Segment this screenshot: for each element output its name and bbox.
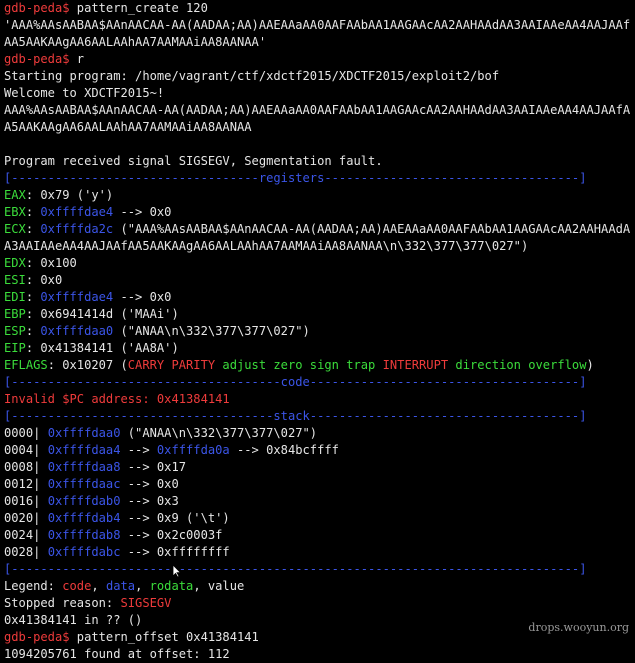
gdb-prompt: gdb-peda$ [4,1,70,15]
stop-signal: SIGSEGV [120,596,172,610]
stack-row: 0016| 0xffffdab0 --> 0x3 [4,493,633,510]
legend-line: Legend: code, data, rodata, value [4,579,245,593]
end-separator: [---------------------------------------… [4,562,587,576]
register-edi: EDI: 0xffffdae4 --> 0x0 [4,290,172,304]
register-address: 0xffffda2c [40,222,114,236]
output-line: Welcome to XDCTF2015~! [4,86,165,100]
register-label: EDI [4,290,26,304]
register-edx: EDX: 0x100 [4,255,633,272]
flag-clear: adjust zero sign trap [215,358,383,372]
command-text: r [69,52,85,66]
watermark: drops.wooyun.org [528,621,629,634]
stack-value: --> 0xffffffff [120,545,230,559]
register-label: ESI [4,273,26,287]
stack-offset: 0000| [4,426,48,440]
register-value: --> 0x0 [113,290,172,304]
command-text: pattern_create 120 [69,1,208,15]
prompt-line: gdb-peda$ r [4,51,633,68]
flag-set: CARRY PARITY [127,358,216,372]
signal-message: Program received signal SIGSEGV, Segment… [4,154,383,168]
register-eip: EIP: 0x41384141 ('AA8A') [4,340,633,357]
program-input-echo: AAA%AAsAABAA$AAnAACAA-AA(AADAA;AA)AAEAAa… [4,103,631,134]
stack-value: --> 0x17 [120,460,187,474]
registers-separator: [----------------------------------regis… [4,171,587,185]
stopped-reason: Stopped reason: SIGSEGV [4,596,172,610]
register-value: ("ANAA\n\332\377\377\027") [113,324,310,338]
gdb-prompt: gdb-peda$ [4,52,70,66]
register-value: : 0x6941414d ('MAAi') [25,307,179,321]
mouse-cursor-icon [172,564,182,578]
stack-row: 0000| 0xffffdaa0 ("ANAA\n\332\377\377\02… [4,425,633,442]
register-eax: EAX: 0x79 ('y') [4,187,633,204]
register-ebp: EBP: 0x6941414d ('MAAi') [4,306,633,323]
stack-address: 0xffffdaa4 [47,443,121,457]
stack-address: 0xffffdaa8 [47,460,121,474]
gdb-prompt: gdb-peda$ [4,630,70,644]
register-value: : 0x41384141 ('AA8A') [25,341,179,355]
register-ebx: EBX: 0xffffdae4 --> 0x0 [4,205,172,219]
legend-rodata: rodata [149,579,194,593]
register-label: EIP [4,341,26,355]
register-label: EDX [4,256,26,270]
register-address: 0xffffdae4 [40,205,114,219]
register-esp: ESP: 0xffffdaa0 ("ANAA\n\332\377\377\027… [4,324,310,338]
stack-address: 0xffffdab0 [47,494,121,508]
stack-row: 0008| 0xffffdaa8 --> 0x17 [4,459,633,476]
stack-offset: 0028| [4,545,48,559]
stack-separator: [------------------------------------sta… [4,409,587,423]
stack-value: --> 0x2c0003f [120,528,223,542]
stack-value: --> 0x0 [120,477,179,491]
terminal-output[interactable]: gdb-peda$ pattern_create 120 'AAA%AAsAAB… [4,0,633,662]
stack-address: 0xffffdab4 [47,511,121,525]
register-esi: ESI: 0x0 [4,272,633,289]
stack-offset: 0012| [4,477,48,491]
pattern-output: 'AAA%AAsAABAA$AAnAACAA-AA(AADAA;AA)AAEAA… [4,18,631,49]
legend-data: data [105,579,136,593]
stack-row: 0004| 0xffffdaa4 --> 0xffffda0a --> 0x84… [4,443,339,457]
flag-set: INTERRUPT [382,358,449,372]
register-value: --> 0x0 [113,205,172,219]
offset-result: 1094205761 found at offset: 112 [4,647,230,661]
register-label: ESP [4,324,26,338]
stack-value: ("ANAA\n\332\377\377\027") [120,426,318,440]
legend-code: code [62,579,92,593]
register-value: : 0x0 [25,273,63,287]
stack-row: 0028| 0xffffdabc --> 0xffffffff [4,544,633,561]
register-label: EFLAGS [4,358,48,372]
stack-value: --> 0x84bcffff [229,443,339,457]
flag-clear: direction overflow [448,358,587,372]
register-value: : 0x79 ('y') [25,188,114,202]
stack-row: 0012| 0xffffdaac --> 0x0 [4,476,633,493]
stack-value: --> 0x3 [120,494,179,508]
register-address: 0xffffdaa0 [40,324,114,338]
register-label: EAX [4,188,26,202]
invalid-pc-message: Invalid $PC address: 0x41384141 [4,392,230,406]
register-ecx: ECX: 0xffffda2c ("AAA%AAsAABAA$AAnAACAA-… [4,222,631,253]
register-address: 0xffffdae4 [40,290,114,304]
stack-address: 0xffffdaac [47,477,121,491]
stack-address: 0xffffdaa0 [47,426,121,440]
stack-offset: 0004| [4,443,48,457]
stack-offset: 0008| [4,460,48,474]
stack-offset: 0016| [4,494,48,508]
command-text: pattern_offset 0x41384141 [69,630,259,644]
register-label: EBP [4,307,26,321]
register-value: : 0x100 [25,256,77,270]
register-label: ECX [4,222,26,236]
register-label: EBX [4,205,26,219]
stack-address: 0xffffda0a [156,443,230,457]
stack-address: 0xffffdab8 [47,528,121,542]
stack-value: --> 0x9 ('\t') [120,511,230,525]
register-eflags: EFLAGS: 0x10207 (CARRY PARITY adjust zer… [4,358,594,372]
stack-offset: 0024| [4,528,48,542]
stack-row: 0024| 0xffffdab8 --> 0x2c0003f [4,527,633,544]
code-separator: [-------------------------------------co… [4,375,587,389]
prompt-line: gdb-peda$ pattern_create 120 [4,0,633,17]
stack-address: 0xffffdabc [47,545,121,559]
stack-row: 0020| 0xffffdab4 --> 0x9 ('\t') [4,510,633,527]
stack-offset: 0020| [4,511,48,525]
output-line: Starting program: /home/vagrant/ctf/xdct… [4,69,500,83]
